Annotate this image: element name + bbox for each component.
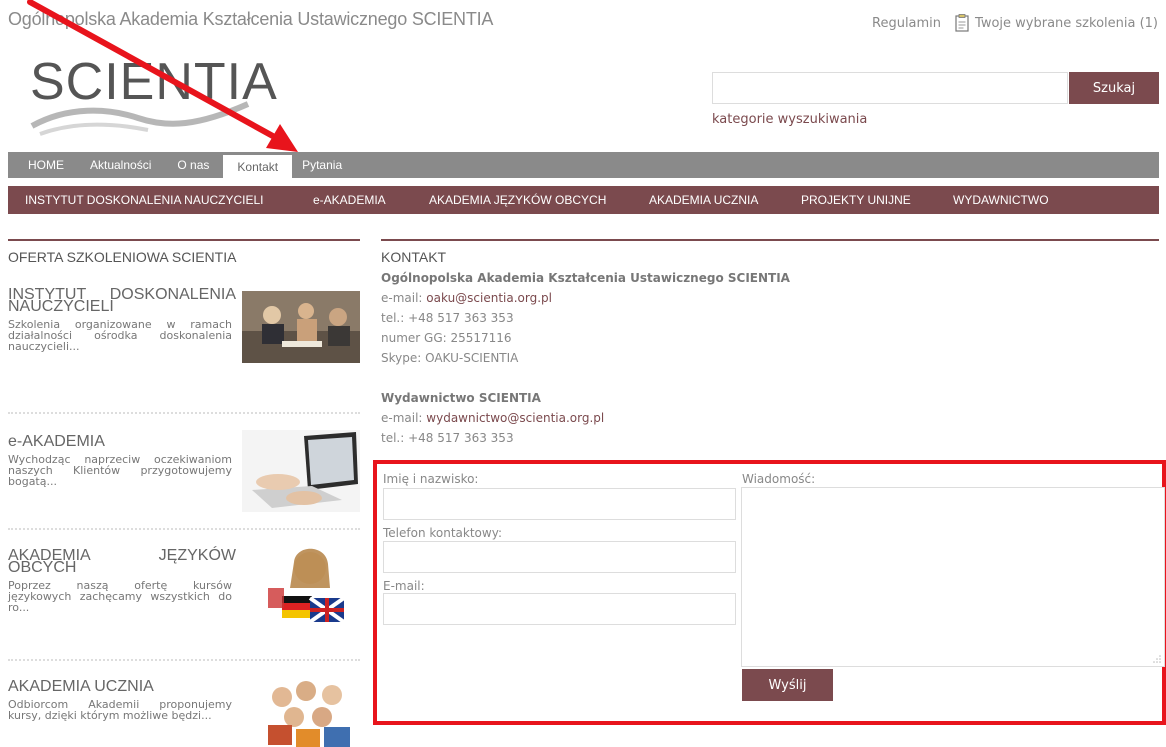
offer-thumbnail[interactable] xyxy=(242,291,360,363)
resize-grip-icon[interactable] xyxy=(1153,655,1161,663)
contact-details: Ogólnopolska Akademia Kształcenia Ustawi… xyxy=(381,268,1159,448)
org-phone: tel.: +48 517 363 353 xyxy=(381,311,514,325)
offer-item[interactable]: INSTYTUT DOSKONALENIA NAUCZYCIELI Szkole… xyxy=(8,287,360,363)
search-categories-link[interactable]: kategorie wyszukiwania xyxy=(712,112,867,127)
offer-item[interactable]: AKADEMIA UCZNIA Odbiorcom Akademii propo… xyxy=(8,675,360,747)
search-input[interactable] xyxy=(712,72,1068,104)
favorites-label: Twoje wybrane szkolenia (1) xyxy=(975,15,1158,31)
email-label: e-mail: xyxy=(381,411,423,425)
send-button[interactable]: Wyślij xyxy=(742,669,833,701)
publisher-name: Wydawnictwo SCIENTIA xyxy=(381,391,541,405)
email-label: E-mail: xyxy=(383,579,425,593)
message-label: Wiadomość: xyxy=(742,472,816,486)
logo-swirl-graphic xyxy=(30,101,250,136)
offers-heading: OFERTA SZKOLENIOWA SCIENTIA xyxy=(8,249,237,265)
offer-separator xyxy=(8,412,360,414)
nav-akademia-ucznia[interactable]: AKADEMIA UCZNIA xyxy=(649,193,758,207)
search-button[interactable]: Szukaj xyxy=(1069,72,1159,104)
org-email-link[interactable]: oaku@scientia.org.pl xyxy=(426,291,552,305)
clipboard-icon xyxy=(955,14,969,32)
offers-column: OFERTA SZKOLENIOWA SCIENTIA INSTYTUT DOS… xyxy=(8,239,360,747)
publisher-email-link[interactable]: wydawnictwo@scientia.org.pl xyxy=(426,411,604,425)
phone-label: Telefon kontaktowy: xyxy=(383,526,502,540)
nav-e-akademia[interactable]: e-AKADEMIA xyxy=(313,193,386,207)
offer-title[interactable]: AKADEMIA JĘZYKÓW OBCYCH xyxy=(8,548,236,576)
nav-aktualnosci[interactable]: Aktualności xyxy=(80,152,161,178)
nav-pytania[interactable]: Pytania xyxy=(292,152,352,178)
name-label: Imię i nazwisko: xyxy=(383,472,479,486)
offer-description: Poprzez naszą ofertę kursów językowych z… xyxy=(8,579,232,614)
offer-description: Szkolenia organizowane w ramach działaln… xyxy=(8,318,232,353)
offer-separator xyxy=(8,659,360,661)
org-gg: numer GG: 25517116 xyxy=(381,331,512,345)
offer-title[interactable]: e-AKADEMIA xyxy=(8,434,236,450)
offer-title[interactable]: AKADEMIA UCZNIA xyxy=(8,679,236,695)
offer-title[interactable]: INSTYTUT DOSKONALENIA NAUCZYCIELI xyxy=(8,287,236,315)
nav-projekty-unijne[interactable]: PROJEKTY UNIJNE xyxy=(801,193,911,207)
org-skype: Skype: OAKU-SCIENTIA xyxy=(381,351,519,365)
offer-item[interactable]: AKADEMIA JĘZYKÓW OBCYCH Poprzez naszą of… xyxy=(8,538,360,636)
site-title: Ogólnopolska Akademia Kształcenia Ustawi… xyxy=(8,9,494,29)
offer-thumbnail[interactable] xyxy=(242,430,360,512)
site-logo[interactable]: SCIENTIA xyxy=(28,48,288,138)
offer-description: Odbiorcom Akademii proponujemy kursy, dz… xyxy=(8,698,232,722)
sections-nav: INSTYTUT DOSKONALENIA NAUCZYCIELI e-AKAD… xyxy=(8,186,1159,214)
favorites-link[interactable]: Twoje wybrane szkolenia (1) xyxy=(955,14,1158,32)
offer-description: Wychodząc naprzeciw oczekiwaniom naszych… xyxy=(8,453,232,488)
top-links: Regulamin Twoje wybrane szkolenia (1) xyxy=(872,14,1158,32)
offer-separator xyxy=(8,528,360,530)
nav-home[interactable]: HOME xyxy=(8,152,74,178)
section-divider xyxy=(8,239,360,241)
nav-instytut[interactable]: INSTYTUT DOSKONALENIA NAUCZYCIELI xyxy=(25,193,264,207)
nav-wydawnictwo[interactable]: WYDAWNICTWO xyxy=(953,193,1049,207)
offer-thumbnail[interactable] xyxy=(260,675,360,747)
offer-item[interactable]: e-AKADEMIA Wychodząc naprzeciw oczekiwan… xyxy=(8,430,360,512)
contact-section: KONTAKT Ogólnopolska Akademia Kształceni… xyxy=(381,239,1159,448)
email-field[interactable] xyxy=(383,593,736,625)
regulamin-link[interactable]: Regulamin xyxy=(872,16,941,31)
name-field[interactable] xyxy=(383,488,736,520)
main-nav: HOME Aktualności O nas Kontakt Pytania xyxy=(8,152,1159,178)
contact-heading: KONTAKT xyxy=(381,249,447,265)
message-textarea[interactable] xyxy=(741,487,1165,667)
nav-akademia-jezykow[interactable]: AKADEMIA JĘZYKÓW OBCYCH xyxy=(429,193,606,207)
org-name: Ogólnopolska Akademia Kształcenia Ustawi… xyxy=(381,271,790,285)
phone-field[interactable] xyxy=(383,541,736,573)
email-label: e-mail: xyxy=(381,291,423,305)
offer-thumbnail[interactable] xyxy=(260,538,360,636)
nav-kontakt[interactable]: Kontakt xyxy=(223,155,293,178)
publisher-phone: tel.: +48 517 363 353 xyxy=(381,431,514,445)
section-divider xyxy=(381,239,1159,241)
nav-o-nas[interactable]: O nas xyxy=(167,152,219,178)
